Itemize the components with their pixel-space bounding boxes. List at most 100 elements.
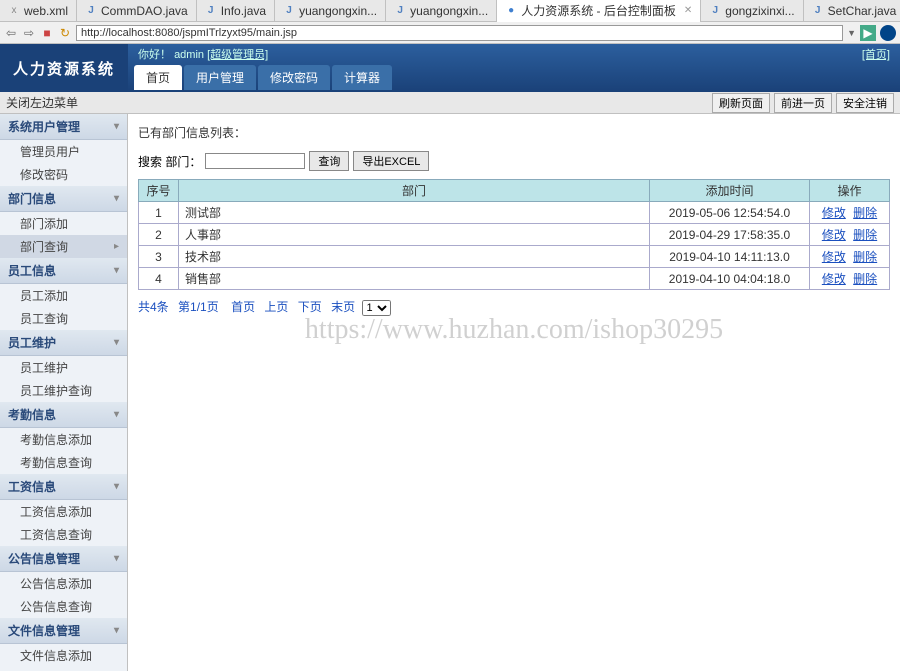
close-icon[interactable]: ✕ [684,5,692,16]
sidebar-group-header[interactable]: 员工信息▾ [0,258,127,284]
cell-time: 2019-04-29 17:58:35.0 [650,224,810,246]
sidebar-group-header[interactable]: 系统用户管理 ▾ [0,114,127,140]
sidebar-item[interactable]: 工资信息添加 [0,500,127,523]
file-icon [8,5,20,17]
sidebar-item[interactable]: 公告信息添加 [0,572,127,595]
file-icon [505,5,517,17]
edit-link[interactable]: 修改 [822,228,846,242]
delete-link[interactable]: 删除 [853,272,877,286]
sidebar-group-header[interactable]: 文件信息管理 ▾ [0,618,127,644]
sidebar-group-label: 公告信息管理 [8,550,80,567]
table-header: 序号 [139,180,179,202]
delete-link[interactable]: 删除 [853,250,877,264]
table-row: 3 技术部 2019-04-10 14:11:13.0 修改 删除 [139,246,890,268]
page-select[interactable]: 1 [362,300,391,316]
user-role-link[interactable]: [超级管理员] [207,49,268,61]
nav-forward-icon[interactable]: ⇨ [22,26,36,40]
chevron-down-icon: ▾ [114,193,119,204]
go-button[interactable]: ▶ [860,25,876,41]
cell-time: 2019-05-06 12:54:54.0 [650,202,810,224]
toolbar-button[interactable]: 前进一页 [774,93,832,113]
globe-icon[interactable] [880,25,896,41]
sidebar-item[interactable]: 员工维护查询 [0,379,127,402]
sidebar-item[interactable]: 文件信息添加 [0,644,127,667]
chevron-down-icon: ▾ [114,481,119,492]
delete-link[interactable]: 删除 [853,206,877,220]
cell-index: 4 [139,268,179,290]
sidebar-item[interactable]: 员工查询 [0,307,127,330]
sidebar-item[interactable]: 管理员用户 [0,140,127,163]
sidebar-group-header[interactable]: 员工维护▾ [0,330,127,356]
content-title: 已有部门信息列表： [138,124,890,141]
cell-ops: 修改 删除 [810,246,890,268]
nav-refresh-icon[interactable]: ↻ [58,26,72,40]
page-prev[interactable]: 上页 [264,300,288,314]
main-tab[interactable]: 计算器 [332,65,392,90]
dropdown-icon[interactable]: ▼ [847,28,856,38]
logo: 人力资源系统 [0,44,128,92]
chevron-down-icon: ▾ [114,625,119,636]
url-input[interactable] [76,25,843,41]
edit-link[interactable]: 修改 [822,272,846,286]
sidebar-group-header[interactable]: 工资信息▾ [0,474,127,500]
sidebar-item[interactable]: 部门添加 [0,212,127,235]
sidebar-item[interactable]: 考勤信息添加 [0,428,127,451]
edit-link[interactable]: 修改 [822,206,846,220]
nav-stop-icon[interactable]: ■ [40,26,54,40]
sidebar-item[interactable]: 员工维护 [0,356,127,379]
browser-tab[interactable]: web.xml [0,0,77,22]
tab-label: gongzixinxi... [725,4,794,18]
edit-link[interactable]: 修改 [822,250,846,264]
table-header: 操作 [810,180,890,202]
file-icon [812,5,824,17]
file-icon [709,5,721,17]
sidebar-item[interactable]: 工资信息查询 [0,523,127,546]
file-icon [283,5,295,17]
chevron-down-icon: ▾ [114,265,119,276]
nav-back-icon[interactable]: ⇦ [4,26,18,40]
page-first[interactable]: 首页 [231,300,255,314]
browser-tab[interactable]: 人力资源系统 - 后台控制面板✕ [497,0,701,22]
sidebar-item[interactable]: 员工添加 [0,284,127,307]
cell-dept: 测试部 [179,202,650,224]
main-tab[interactable]: 首页 [134,65,182,90]
sidebar-item[interactable]: 修改密码 [0,163,127,186]
sidebar-group-label: 文件信息管理 [8,622,80,639]
sidebar-group-header[interactable]: 公告信息管理▾ [0,546,127,572]
browser-tab[interactable]: CommDAO.java [77,0,197,22]
page-last[interactable]: 末页 [331,300,355,314]
chevron-down-icon: ▾ [114,121,119,132]
browser-tab[interactable]: SetChar.java [804,0,900,22]
search-button[interactable]: 查询 [309,151,349,171]
pagination: 共4条 第1/1页 首页 上页 下页 末页 1 [138,298,890,316]
cell-time: 2019-04-10 14:11:13.0 [650,246,810,268]
page-next[interactable]: 下页 [298,300,322,314]
cell-ops: 修改 删除 [810,224,890,246]
cell-index: 1 [139,202,179,224]
browser-tab[interactable]: Info.java [197,0,275,22]
sidebar-item[interactable]: 文件信息查询 [0,667,127,671]
search-input[interactable] [205,153,305,169]
home-link[interactable]: [首页] [862,46,890,62]
sidebar-item[interactable]: 部门查询 [0,235,127,258]
watermark: https://www.huzhan.com/ishop30295 [305,314,723,346]
sidebar-item[interactable]: 公告信息查询 [0,595,127,618]
export-excel-button[interactable]: 导出EXCEL [353,151,429,171]
sidebar-group-label: 系统用户管理 [8,118,80,135]
sidebar: 系统用户管理▾管理员用户修改密码部门信息▾部门添加部门查询员工信息▾员工添加员工… [0,114,128,671]
toggle-sidebar-link[interactable]: 关闭左边菜单 [6,94,78,111]
browser-tab[interactable]: yuangongxin... [386,0,497,22]
sidebar-item[interactable]: 考勤信息查询 [0,451,127,474]
sidebar-group-header[interactable]: 考勤信息▾ [0,402,127,428]
browser-tab[interactable]: yuangongxin... [275,0,386,22]
toolbar-button[interactable]: 刷新页面 [712,93,770,113]
toolbar-button[interactable]: 安全注销 [836,93,894,113]
cell-dept: 人事部 [179,224,650,246]
main-tab[interactable]: 修改密码 [258,65,330,90]
browser-tab[interactable]: gongzixinxi... [701,0,803,22]
sidebar-group-header[interactable]: 部门信息▾ [0,186,127,212]
tab-label: yuangongxin... [299,4,377,18]
delete-link[interactable]: 删除 [853,228,877,242]
cell-index: 2 [139,224,179,246]
main-tab[interactable]: 用户管理 [184,65,256,90]
